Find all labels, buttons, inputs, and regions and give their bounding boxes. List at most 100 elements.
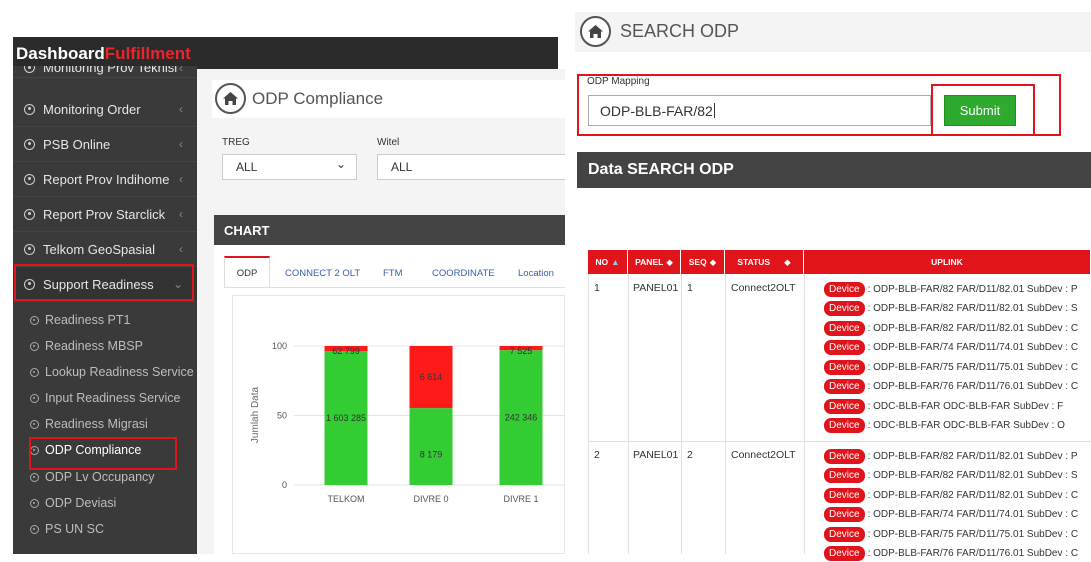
col-header-uplink[interactable]: UPLINK bbox=[804, 250, 1091, 274]
sidebar-sub-input-readiness-service[interactable]: Input Readiness Service bbox=[13, 385, 197, 411]
y-tick-label: 50 bbox=[277, 411, 287, 421]
uplink-item: Device: ODP-BLB-FAR/82 FAR/D11/82.01 Sub… bbox=[824, 281, 1078, 297]
uplink-text: : ODP-BLB-FAR/82 FAR/D11/82.01 SubDev : … bbox=[867, 322, 1079, 334]
y-tick-label: 0 bbox=[282, 480, 287, 490]
sidebar-sub-readiness-mbsp[interactable]: Readiness MBSP bbox=[13, 333, 197, 359]
uplink-item: Device: ODP-BLB-FAR/82 FAR/D11/82.01 Sub… bbox=[824, 468, 1078, 484]
chart-header: CHART bbox=[214, 215, 565, 245]
brand-logo[interactable]: DashboardFulfillment bbox=[16, 44, 191, 64]
uplink-item: Device: ODP-BLB-FAR/74 FAR/D11/74.01 Sub… bbox=[824, 507, 1078, 523]
sidebar-sub-readiness-migrasi[interactable]: Readiness Migrasi bbox=[13, 411, 197, 437]
y-tick-label: 100 bbox=[272, 341, 287, 351]
chevron-left-icon: ‹ bbox=[179, 137, 183, 151]
witel-value: ALL bbox=[391, 160, 413, 174]
col-header-label: UPLINK bbox=[931, 257, 963, 267]
uplink-item: Device: ODP-BLB-FAR/76 FAR/D11/76.01 Sub… bbox=[824, 379, 1078, 395]
device-badge[interactable]: Device bbox=[824, 526, 865, 542]
uplink-item: Device: ODC-BLB-FAR ODC-BLB-FAR SubDev :… bbox=[824, 398, 1063, 414]
device-badge[interactable]: Device bbox=[824, 281, 865, 297]
uplink-text: : ODP-BLB-FAR/75 FAR/D11/75.01 SubDev : … bbox=[867, 528, 1079, 540]
sidebar-sub-label: Input Readiness Service bbox=[45, 391, 181, 405]
treg-label: TREG bbox=[222, 137, 250, 148]
x-tick-label: DIVRE 1 bbox=[503, 494, 538, 504]
sidebar-sub-odp-deviasi[interactable]: ODP Deviasi bbox=[13, 490, 197, 516]
uplink-item: Device: ODP-BLB-FAR/74 FAR/D11/74.01 Sub… bbox=[824, 340, 1078, 356]
data-label: 1 603 285 bbox=[326, 413, 366, 423]
row1-seq: 1 bbox=[687, 282, 693, 294]
data-label: 242 346 bbox=[505, 413, 538, 423]
sidebar-item-label: Monitoring Order bbox=[43, 101, 141, 117]
chevron-left-icon: ‹ bbox=[179, 102, 183, 116]
sidebar-item-monitoring-prov-teknisi[interactable]: Monitoring Prov Teknisi ‹ bbox=[13, 66, 197, 78]
uplink-item: Device: ODP-BLB-FAR/82 FAR/D11/82.01 Sub… bbox=[824, 448, 1078, 464]
circle-dot-icon bbox=[30, 315, 39, 325]
grid-line bbox=[628, 274, 629, 554]
row2-seq: 2 bbox=[687, 449, 693, 461]
uplink-text: : ODP-BLB-FAR/82 FAR/D11/82.01 SubDev : … bbox=[867, 450, 1078, 462]
col-header-no[interactable]: NO ▲ bbox=[588, 250, 628, 274]
x-tick-label: TELKOM bbox=[327, 494, 364, 504]
circle-dot-icon bbox=[24, 66, 35, 73]
sidebar-item-report-prov-starclick[interactable]: Report Prov Starclick ‹ bbox=[13, 197, 197, 232]
device-badge[interactable]: Device bbox=[824, 448, 865, 464]
uplink-text: : ODP-BLB-FAR/74 FAR/D11/74.01 SubDev : … bbox=[867, 509, 1079, 520]
home-icon[interactable] bbox=[580, 16, 611, 47]
device-badge[interactable]: Device bbox=[824, 468, 865, 483]
search-title: SEARCH ODP bbox=[620, 21, 740, 41]
sidebar-item-label: Report Prov Starclick bbox=[43, 206, 166, 222]
device-badge[interactable]: Device bbox=[824, 340, 865, 355]
tab-connect-2-olt[interactable]: CONNECT 2 OLT bbox=[285, 268, 360, 279]
device-badge[interactable]: Device bbox=[824, 487, 865, 503]
col-header-label: SEQ bbox=[688, 257, 707, 267]
witel-label: Witel bbox=[377, 137, 400, 148]
device-badge[interactable]: Device bbox=[824, 301, 865, 316]
device-badge[interactable]: Device bbox=[824, 379, 865, 394]
chevron-left-icon: ‹ bbox=[179, 242, 183, 256]
sidebar-sub-label: Readiness PT1 bbox=[45, 313, 131, 327]
data-header: Data SEARCH ODP bbox=[577, 152, 1091, 188]
grid-line bbox=[588, 274, 589, 554]
sidebar-sub-ps-un-sc[interactable]: PS UN SC bbox=[13, 516, 197, 542]
col-header-panel[interactable]: PANEL ◆ bbox=[628, 250, 681, 274]
device-badge[interactable]: Device bbox=[824, 507, 865, 522]
y-axis-label: Jumlah Data bbox=[250, 386, 261, 443]
home-icon[interactable] bbox=[215, 83, 246, 114]
sidebar-sub-readiness-pt1[interactable]: Readiness PT1 bbox=[13, 307, 197, 333]
grid-line bbox=[681, 274, 682, 554]
grid-line bbox=[725, 274, 726, 554]
brand-part1: Dashboard bbox=[16, 44, 105, 63]
device-badge[interactable]: Device bbox=[824, 359, 865, 375]
sidebar-item-report-prov-indihome[interactable]: Report Prov Indihome ‹ bbox=[13, 162, 197, 197]
sidebar-item-psb-online[interactable]: PSB Online ‹ bbox=[13, 127, 197, 162]
sidebar-item-label: Monitoring Prov Teknisi bbox=[43, 66, 178, 75]
sidebar-item-monitoring-order[interactable]: Monitoring Order ‹ bbox=[13, 92, 197, 127]
highlight-support-readiness bbox=[14, 264, 194, 301]
tab-coordinate[interactable]: COORDINATE bbox=[432, 268, 495, 279]
sidebar-sub-label: Readiness MBSP bbox=[45, 339, 143, 353]
sidebar-sub-label: ODP Lv Occupancy bbox=[45, 470, 155, 484]
uplink-text: : ODP-BLB-FAR/75 FAR/D11/75.01 SubDev : … bbox=[867, 361, 1079, 373]
col-header-seq[interactable]: SEQ ◆ bbox=[681, 250, 725, 274]
device-badge[interactable]: Device bbox=[824, 418, 865, 433]
circle-dot-icon bbox=[24, 138, 35, 150]
tab-ftm[interactable]: FTM bbox=[383, 268, 403, 279]
device-badge[interactable]: Device bbox=[824, 320, 865, 336]
uplink-text: : ODP-BLB-FAR/82 FAR/D11/82.01 SubDev : … bbox=[867, 489, 1079, 501]
row1-no: 1 bbox=[594, 282, 600, 294]
col-header-status[interactable]: STATUS ◆ bbox=[725, 250, 804, 274]
chevron-down-icon: ⌄ bbox=[335, 157, 346, 171]
uplink-item: Device: ODP-BLB-FAR/75 FAR/D11/75.01 Sub… bbox=[824, 526, 1078, 542]
treg-select[interactable]: ALL ⌄ bbox=[222, 154, 357, 180]
witel-select[interactable]: ALL bbox=[377, 154, 565, 180]
circle-dot-icon bbox=[30, 498, 39, 508]
uplink-item: Device: ODP-BLB-FAR/75 FAR/D11/75.01 Sub… bbox=[824, 359, 1078, 375]
circle-dot-icon bbox=[24, 208, 35, 220]
device-badge[interactable]: Device bbox=[824, 398, 865, 414]
tab-odp[interactable]: ODP bbox=[224, 256, 270, 288]
sidebar-item-telkom-geospasial[interactable]: Telkom GeoSpasial ‹ bbox=[13, 232, 197, 267]
sidebar-sub-lookup-readiness-service[interactable]: Lookup Readiness Service bbox=[13, 359, 197, 385]
sidebar-item-label: Telkom GeoSpasial bbox=[43, 241, 155, 257]
bar-segment-green bbox=[409, 408, 453, 485]
row2-status: Connect2OLT bbox=[731, 449, 796, 461]
tab-location[interactable]: Location bbox=[518, 268, 554, 279]
